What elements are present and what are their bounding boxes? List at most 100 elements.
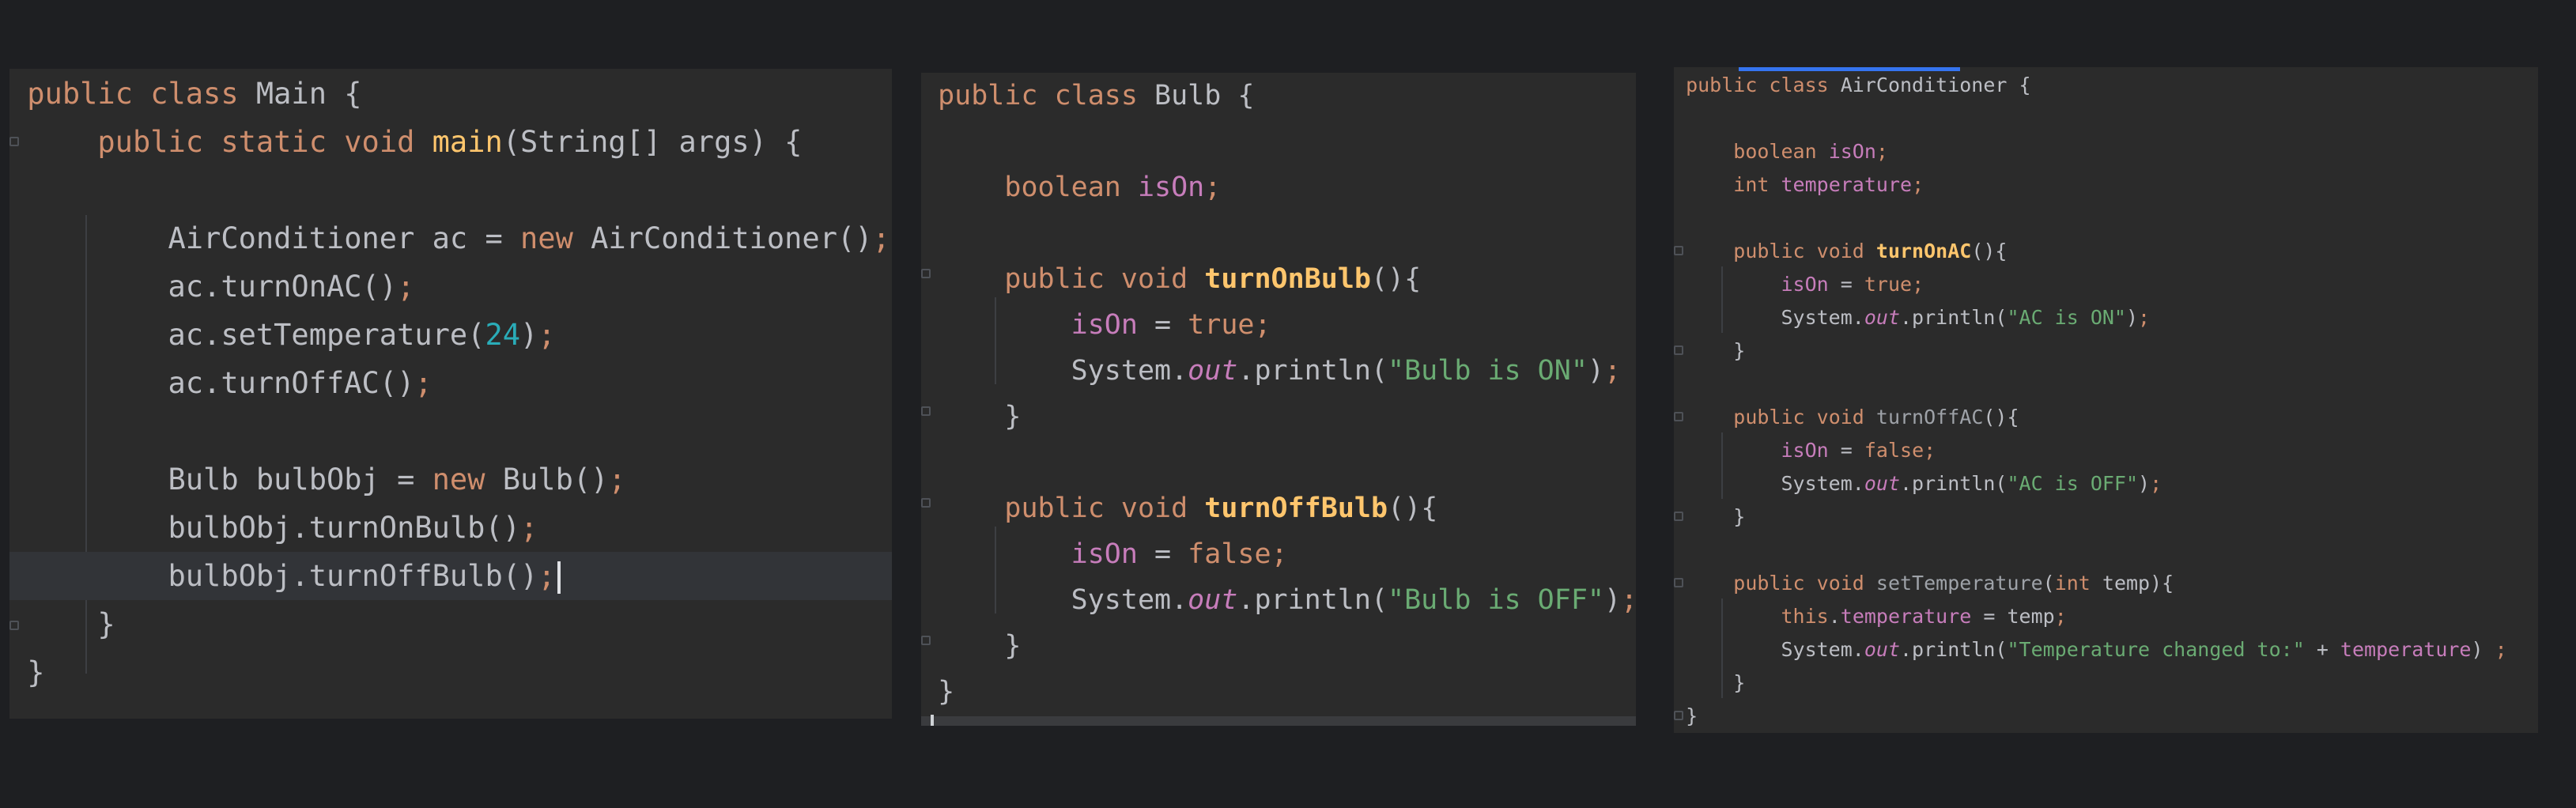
code-token: ; [872,221,890,255]
code-line[interactable]: System.out.println("AC is OFF"); [1674,467,2538,500]
code-line[interactable]: System.out.println("Bulb is ON"); [921,348,1636,394]
code-line[interactable]: } [1674,666,2538,700]
code-token: ; [2150,472,2162,495]
code-line[interactable] [921,210,1636,256]
code-line[interactable]: ac.turnOffAC(); [9,359,892,407]
code-line[interactable]: } [1674,334,2538,368]
code-line[interactable]: public void turnOffBulb(){ [921,485,1636,531]
code-line[interactable]: isOn = false; [1674,434,2538,467]
code-line[interactable] [1674,202,2538,235]
code-token: bulbObj.turnOffBulb() [27,559,538,593]
code-line[interactable]: isOn = true; [1674,268,2538,301]
code-token: } [1686,704,1698,727]
code-token: true [1864,273,1913,296]
code-token: public [1733,406,1817,429]
code-token: this [1781,605,1829,628]
code-line[interactable]: ac.turnOnAC(); [9,262,892,311]
code-line[interactable]: } [921,394,1636,440]
code-token: public [1004,263,1121,295]
code-line[interactable]: } [921,623,1636,669]
code-token: class [1769,74,1841,96]
code-line[interactable]: boolean isOn; [1674,135,2538,168]
code-token: out [1864,472,1900,495]
code-token: System. [938,355,1188,387]
code-line[interactable]: this.temperature = temp; [1674,600,2538,633]
code-line[interactable]: Bulb bulbObj = new Bulb(); [9,455,892,504]
code-token: = temp [1983,605,2055,628]
code-token: ; [1924,439,1936,462]
code-token: (){ [1971,240,2008,262]
code-line[interactable]: boolean isOn; [921,164,1636,210]
code-line[interactable]: } [1674,700,2538,733]
code-line[interactable]: } [9,600,892,648]
code-token: ; [1912,173,1924,196]
code-line[interactable] [9,166,892,214]
code-token: { [1237,80,1255,111]
code-token: "Bulb is OFF" [1388,584,1604,616]
code-line[interactable]: int temperature; [1674,168,2538,202]
code-token: + [2304,638,2340,661]
code-line[interactable]: System.out.println("Temperature changed … [1674,633,2538,666]
code-line[interactable]: bulbObj.turnOffBulb(); [9,552,892,600]
code-line[interactable]: } [9,648,892,697]
code-token: false [1188,538,1271,570]
code-token: public [1733,240,1817,262]
editor-airconditioner[interactable]: public class AirConditioner { boolean is… [1674,67,2538,733]
code-token: Main [255,77,345,111]
code-token: void [344,125,432,159]
editor-main[interactable]: public class Main { public static void m… [9,69,892,719]
code-line[interactable]: AirConditioner ac = new AirConditioner()… [9,214,892,262]
code-token: ; [538,318,556,352]
code-token: 24 [485,318,521,352]
code-line[interactable]: public void setTemperature(int temp){ [1674,567,2538,600]
code-line[interactable]: System.out.println("Bulb is OFF"); [921,577,1636,623]
code-token: "Temperature changed to:" [2007,638,2305,661]
code-token: turnOnBulb [1204,263,1371,295]
code-line[interactable]: } [921,669,1636,715]
code-line[interactable]: public void turnOnBulb(){ [921,256,1636,302]
code-token: public [1686,74,1770,96]
code-token: ; [1271,538,1288,570]
code-line[interactable]: isOn = false; [921,531,1636,577]
code-token: ) [2125,306,2139,329]
code-token: true [1188,309,1255,341]
editor-bulb[interactable]: public class Bulb { boolean isOn; public… [921,73,1636,726]
code-line[interactable] [1674,102,2538,135]
code-line[interactable]: System.out.println("AC is ON"); [1674,301,2538,334]
code-line[interactable] [1674,534,2538,567]
code-line[interactable] [9,407,892,455]
code-token: } [1686,505,1746,528]
code-line[interactable] [921,119,1636,164]
code-line[interactable]: public static void main(String[] args) { [9,118,892,166]
code-line[interactable] [921,440,1636,485]
code-line[interactable]: } [1674,500,2538,534]
code-line[interactable]: public class AirConditioner { [1674,69,2538,102]
code-token: ; [538,559,556,593]
code-token: bulbObj.turnOnBulb() [27,511,521,545]
code-token: static [221,125,345,159]
code-token: isOn [1137,172,1205,203]
code-token: } [27,655,45,689]
code-token: ; [520,511,538,545]
code-line[interactable]: public class Main { [9,70,892,118]
code-token: void [1816,240,1876,262]
code-token: setTemperature [1875,572,2043,595]
code-line[interactable]: public class Bulb { [921,73,1636,119]
code-line[interactable]: ac.setTemperature(24); [9,311,892,359]
horizontal-scrollbar[interactable] [921,716,1636,726]
code-line[interactable]: public void turnOnAC(){ [1674,235,2538,268]
code-token: ac.setTemperature( [27,318,485,352]
code-token: ; [1875,140,1888,163]
code-token: void [1120,493,1205,524]
code-token: temperature [1840,605,1984,628]
code-line[interactable] [1674,368,2538,401]
code-token: .println( [1237,355,1388,387]
code-line[interactable]: bulbObj.turnOnBulb(); [9,504,892,552]
code-line[interactable]: public void turnOffAC(){ [1674,401,2538,434]
code-line[interactable]: isOn = true; [921,302,1636,348]
